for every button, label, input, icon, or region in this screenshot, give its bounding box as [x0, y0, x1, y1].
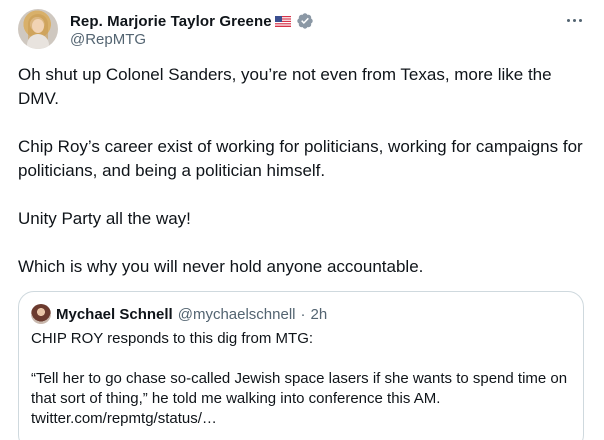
dot-icon: [572, 18, 576, 22]
tweet-body: Oh shut up Colonel Sanders, you’re not e…: [18, 63, 588, 279]
quoted-author-avatar[interactable]: [31, 304, 51, 324]
author-handle[interactable]: @RepMTG: [70, 31, 146, 48]
author-name-row: Rep. Marjorie Taylor Greene: [70, 11, 314, 31]
avatar-body: [27, 34, 49, 49]
tweet-header: Rep. Marjorie Taylor Greene @RepMTG: [18, 9, 588, 53]
quoted-tweet-paragraph: “Tell her to go chase so-called Jewish s…: [31, 370, 568, 427]
verified-badge-icon: [296, 13, 313, 29]
dot-icon: [578, 18, 582, 22]
tweet-paragraph: Which is why you will never hold anyone …: [18, 257, 424, 276]
tweet-paragraph: Unity Party all the way!: [18, 209, 191, 228]
author-avatar[interactable]: [18, 9, 58, 49]
quoted-author-handle[interactable]: @mychaelschnell: [178, 306, 296, 323]
quoted-author-name[interactable]: Mychael Schnell: [56, 306, 173, 323]
quoted-tweet-header: Mychael Schnell @mychaelschnell · 2h: [31, 304, 327, 324]
quoted-tweet-card[interactable]: Mychael Schnell @mychaelschnell · 2h CHI…: [18, 291, 584, 440]
meta-separator: ·: [300, 305, 306, 323]
author-name[interactable]: Rep. Marjorie Taylor Greene: [70, 13, 272, 30]
tweet-paragraph: Oh shut up Colonel Sanders, you’re not e…: [18, 65, 552, 108]
quoted-tweet-time[interactable]: 2h: [311, 306, 328, 323]
tweet-paragraph: Chip Roy’s career exist of working for p…: [18, 137, 583, 180]
dot-icon: [566, 18, 570, 22]
us-flag-icon: [274, 15, 291, 27]
avatar-face: [32, 19, 44, 33]
more-options-button[interactable]: [560, 9, 588, 31]
quoted-tweet-paragraph: CHIP ROY responds to this dig from MTG:: [31, 330, 314, 347]
quoted-tweet-body: CHIP ROY responds to this dig from MTG: …: [31, 329, 573, 429]
